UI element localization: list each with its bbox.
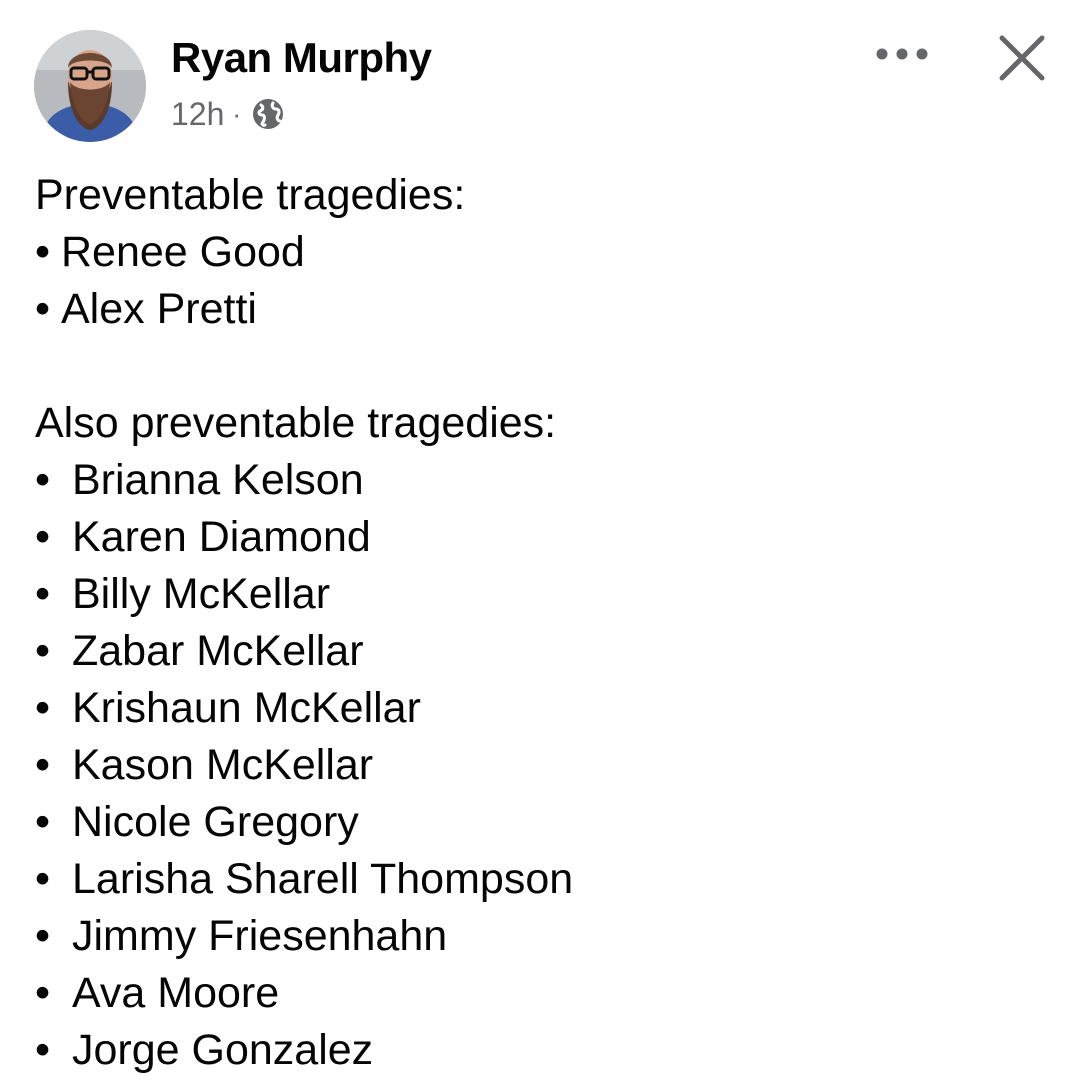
list-item-text: Alex Pretti [61,285,257,333]
list-item: • Jimmy Friesenhahn [35,908,1045,965]
bullet: • [35,855,51,903]
list-item-text: Zabar McKellar [72,627,364,675]
list-item-text: Billy McKellar [72,570,331,618]
bullet: • [35,513,51,561]
list-item-text: Renee Good [61,228,305,276]
list-item: • Nicole Gregory [35,794,1045,851]
globe-icon[interactable] [251,97,285,131]
facebook-post: Ryan Murphy 12h · Preventable tragedies:… [0,0,1080,1084]
list-item: • Zabar McKellar [35,623,1045,680]
bullet: • [35,570,51,618]
bullet: • [35,228,51,276]
list-item: • Brianna Kelson [35,452,1045,509]
close-icon [999,35,1045,81]
post-header: Ryan Murphy 12h · [34,30,1054,145]
list-item-text: Jorge Gonzalez [72,1026,374,1074]
list-item-text: Krishaun McKellar [72,684,421,732]
bullet: • [35,912,51,960]
list-item: • Krishaun McKellar [35,680,1045,737]
list-item-text: Larisha Sharell Thompson [72,855,574,903]
meta-separator: · [232,98,242,129]
bullet: • [35,285,51,333]
list-item-text: Brianna Kelson [72,456,364,504]
list-item: • Billy McKellar [35,566,1045,623]
list-item: • Jorge Gonzalez [35,1022,1045,1079]
bullet: • [35,627,51,675]
list-item-text: Kason McKellar [72,741,374,789]
avatar[interactable] [34,30,146,142]
list-item: • Alex Pretti [35,281,1045,338]
list-item-text: Karen Diamond [72,513,371,561]
bullet: • [35,684,51,732]
avatar-image [34,30,146,142]
list-item-text: Ava Moore [72,969,280,1017]
author-name[interactable]: Ryan Murphy [171,34,432,82]
post-meta: 12h · [171,94,285,134]
list-item: • Renee Good [35,224,1045,281]
section-heading: Preventable tragedies: [35,171,466,219]
post-text: Preventable tragedies: • Renee Good • Alex… [35,167,1045,1079]
post-timestamp[interactable]: 12h [171,96,224,133]
section-also-preventable-tragedies: Also preventable tragedies: • Brianna Kel… [35,395,1045,1079]
list-item-text: Jimmy Friesenhahn [72,912,448,960]
bullet: • [35,969,51,1017]
bullet: • [35,741,51,789]
bullet: • [35,798,51,846]
list-item: • Karen Diamond [35,509,1045,566]
list-item: • Larisha Sharell Thompson [35,851,1045,908]
section-preventable-tragedies: Preventable tragedies: • Renee Good • Alex… [35,167,1045,338]
bullet: • [35,1026,51,1074]
close-button[interactable] [994,30,1050,86]
list-item: • Kason McKellar [35,737,1045,794]
list-item: • Ava Moore [35,965,1045,1022]
more-options-button[interactable] [870,32,934,76]
section-heading: Also preventable tragedies: [35,399,557,447]
more-horizontal-icon [876,48,928,60]
list-item-text: Nicole Gregory [72,798,359,846]
bullet: • [35,456,51,504]
